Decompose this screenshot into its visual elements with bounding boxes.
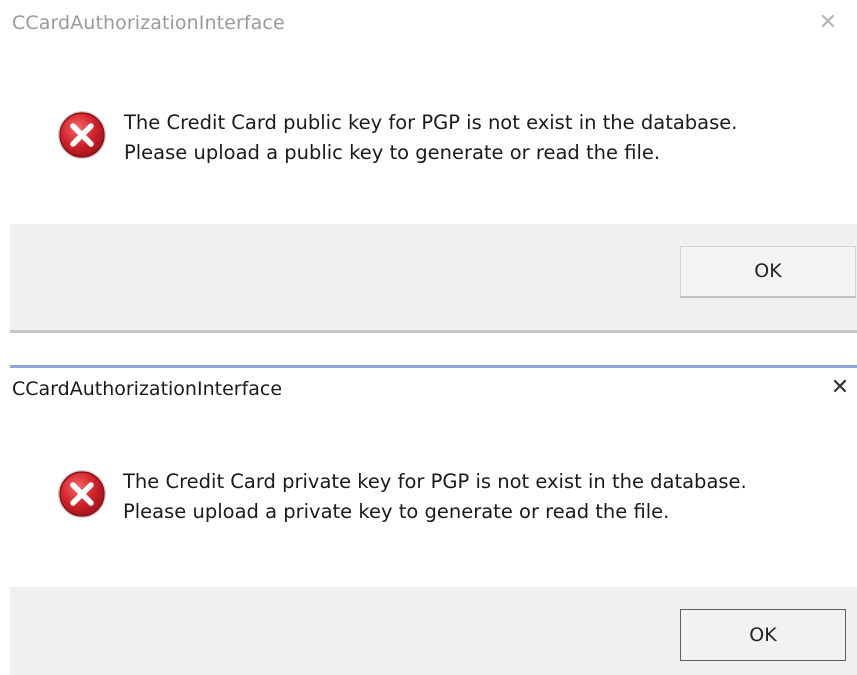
ok-button[interactable]: OK: [680, 246, 856, 298]
dialog-bottom-border: [10, 330, 857, 333]
message-line-1: The Credit Card private key for PGP is n…: [123, 470, 747, 493]
error-icon: [58, 111, 106, 159]
dialog-footer: OK: [10, 224, 857, 332]
close-icon[interactable]: ✕: [813, 8, 843, 38]
dialog-footer: OK: [10, 587, 857, 675]
screenshot-canvas: CCardAuthorizationInterface ✕ The Credit…: [0, 0, 857, 675]
dialog-message: The Credit Card private key for PGP is n…: [123, 467, 747, 527]
dialog-content: The Credit Card public key for PGP is no…: [0, 52, 857, 225]
error-icon: [58, 470, 106, 518]
close-icon[interactable]: ✕: [825, 373, 855, 403]
message-line-2: Please upload a public key to generate o…: [124, 141, 661, 164]
dialog-message: The Credit Card public key for PGP is no…: [124, 108, 737, 168]
message-line-2: Please upload a private key to generate …: [123, 500, 670, 523]
dialog-titlebar: CCardAuthorizationInterface ✕: [0, 0, 857, 52]
dialog-title: CCardAuthorizationInterface: [12, 378, 283, 400]
message-dialog-private-key: CCardAuthorizationInterface ✕ The Credit…: [10, 365, 857, 675]
dialog-title: CCardAuthorizationInterface: [12, 12, 285, 34]
message-dialog-public-key: CCardAuthorizationInterface ✕ The Credit…: [0, 0, 857, 338]
ok-button[interactable]: OK: [680, 609, 846, 661]
active-window-border: [10, 365, 857, 368]
message-line-1: The Credit Card public key for PGP is no…: [124, 111, 738, 134]
